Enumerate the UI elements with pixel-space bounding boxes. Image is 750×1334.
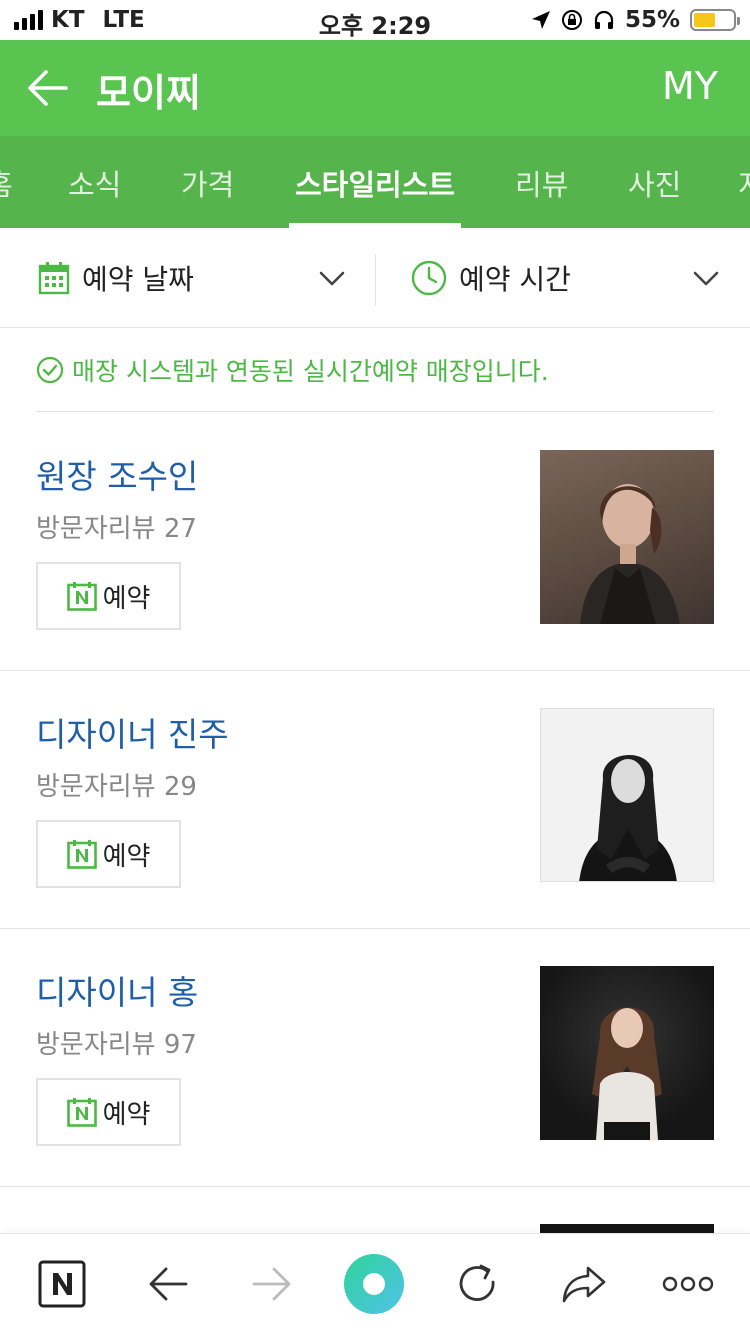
stylist-photo (540, 966, 714, 1140)
stylist-photo (540, 450, 714, 624)
share-icon[interactable] (558, 1258, 610, 1310)
stylist-name[interactable]: 원장 조수인 (36, 450, 198, 498)
tab-map[interactable]: 지 (738, 162, 750, 204)
realtime-notice: 매장 시스템과 연동된 실시간예약 매장입니다. (36, 352, 549, 388)
tab-home[interactable]: 홈 (0, 162, 13, 204)
reserve-button[interactable]: 예약 (36, 562, 181, 630)
location-arrow-icon (531, 11, 550, 29)
divider (36, 411, 714, 412)
tab-review[interactable]: 리뷰 (515, 162, 568, 204)
page-title: 모이찌 (96, 71, 201, 115)
time-filter-label: 예약 시간 (459, 263, 571, 296)
stylist-reviews: 방문자리뷰 97 (36, 1030, 197, 1060)
tab-photo[interactable]: 사진 (628, 162, 681, 204)
back-arrow-icon[interactable] (142, 1258, 194, 1310)
naver-booking-icon (66, 582, 97, 611)
forward-arrow-icon[interactable] (246, 1258, 298, 1310)
chevron-down-icon[interactable] (318, 264, 346, 292)
stylist-reviews: 방문자리뷰 27 (36, 514, 197, 544)
reserve-button[interactable]: 예약 (36, 820, 181, 888)
calendar-icon (38, 262, 70, 295)
tab-price[interactable]: 가격 (181, 162, 234, 204)
battery-icon (690, 9, 740, 31)
status-right: 55% (531, 7, 740, 33)
green-dot-icon[interactable] (342, 1252, 406, 1316)
filter-divider (375, 254, 376, 306)
orientation-lock-icon (561, 10, 582, 30)
notice-text: 매장 시스템과 연동된 실시간예약 매장입니다. (72, 357, 549, 386)
naver-booking-icon (66, 1098, 97, 1127)
clock-icon (411, 260, 447, 296)
chevron-down-icon[interactable] (692, 264, 720, 292)
battery-percent: 55% (624, 7, 680, 33)
reserve-label: 예약 (102, 583, 151, 614)
refresh-icon[interactable] (452, 1258, 504, 1310)
tab-stylist[interactable]: 스타일리스트 (295, 162, 455, 204)
reserve-label: 예약 (102, 841, 151, 872)
stylist-name[interactable]: 디자이너 진주 (36, 708, 229, 756)
naver-home-icon[interactable] (36, 1258, 88, 1310)
headphones-icon (594, 10, 614, 29)
tab-news[interactable]: 소식 (68, 162, 121, 204)
my-button[interactable]: MY (662, 64, 718, 108)
back-arrow-icon[interactable] (24, 66, 70, 110)
naver-booking-icon (66, 840, 97, 869)
more-icon[interactable] (662, 1258, 714, 1310)
date-filter-label: 예약 날짜 (82, 263, 194, 296)
browser-toolbar (0, 1233, 750, 1334)
check-circle-icon (36, 356, 64, 384)
stylist-item[interactable]: 원장 조수인 방문자리뷰 27 예약 (0, 450, 750, 671)
stylist-reviews: 방문자리뷰 29 (36, 772, 197, 802)
tab-bar: 홈 소식 가격 스타일리스트 리뷰 사진 지 (0, 136, 750, 228)
date-filter[interactable]: 예약 날짜 (38, 258, 194, 298)
reservation-filters: 예약 날짜 예약 시간 (0, 228, 750, 328)
app-header: 모이찌 MY (0, 40, 750, 136)
reserve-label: 예약 (102, 1099, 151, 1130)
stylist-item[interactable]: 디자이너 진주 방문자리뷰 29 예약 (0, 708, 750, 929)
stylist-name[interactable]: 디자이너 홍 (36, 966, 198, 1014)
reserve-button[interactable]: 예약 (36, 1078, 181, 1146)
status-bar: KT LTE 오후 2:29 55% (0, 0, 750, 40)
time-filter[interactable]: 예약 시간 (411, 258, 571, 298)
stylist-item[interactable]: 디자이너 홍 방문자리뷰 97 예약 (0, 966, 750, 1187)
stylist-photo (540, 708, 714, 882)
